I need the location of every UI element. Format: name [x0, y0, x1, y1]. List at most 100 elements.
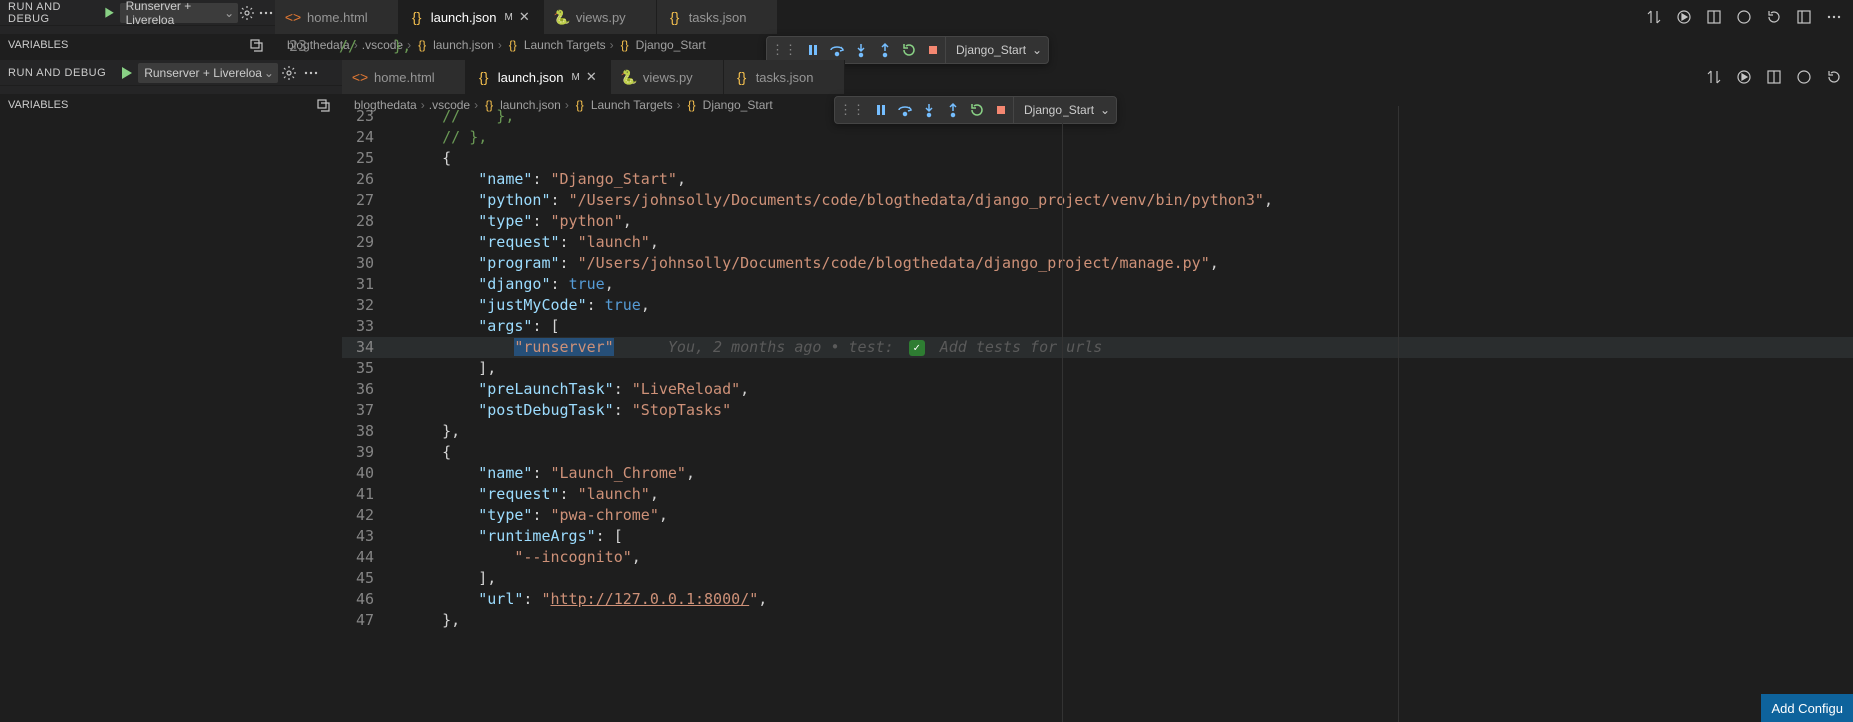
line-number: 42 — [342, 505, 392, 526]
json-file-icon: {} — [734, 69, 750, 85]
debug-run-icon[interactable] — [1793, 66, 1815, 88]
code-line: 25 { — [342, 148, 1853, 169]
debug-run-icon[interactable] — [1733, 6, 1755, 28]
debug-rerun-icon[interactable] — [1763, 6, 1785, 28]
code-content[interactable]: "args": [ — [406, 316, 1853, 337]
code-content[interactable]: "runtimeArgs": [ — [406, 526, 1853, 547]
code-content[interactable]: { — [406, 148, 1853, 169]
close-icon[interactable]: ✕ — [519, 9, 533, 25]
compare-changes-icon[interactable] — [1703, 66, 1725, 88]
json-file-icon: {} — [667, 9, 683, 25]
editor-tab[interactable]: {}tasks.json✕ — [657, 0, 778, 34]
code-content[interactable]: "django": true, — [406, 274, 1853, 295]
run-icon[interactable] — [1673, 6, 1695, 28]
code-content[interactable]: }, — [406, 610, 1853, 631]
code-editor[interactable]: 23 // },24 // },25 {26 "name": "Django_S… — [342, 106, 1853, 722]
modified-indicator: M — [504, 12, 512, 23]
code-line: 42 "type": "pwa-chrome", — [342, 505, 1853, 526]
collapse-all-icon[interactable] — [245, 34, 267, 56]
code-content[interactable]: "--incognito", — [406, 547, 1853, 568]
code-content[interactable]: "postDebugTask": "StopTasks" — [406, 400, 1853, 421]
split-icon[interactable] — [1763, 66, 1785, 88]
code-content[interactable]: "preLaunchTask": "LiveReload", — [406, 379, 1853, 400]
start-debugging-button[interactable] — [118, 65, 134, 81]
code-content[interactable]: "python": "/Users/johnsolly/Documents/co… — [406, 190, 1853, 211]
run-and-debug-label: RUN AND DEBUG — [0, 67, 114, 79]
line-number: 26 — [342, 169, 392, 190]
code-line: 44 "--incognito", — [342, 547, 1853, 568]
gear-icon[interactable] — [238, 2, 256, 24]
html-file-icon: <> — [285, 9, 301, 25]
code-content[interactable]: "runserver" You, 2 months ago • test: ✓ … — [406, 337, 1853, 358]
code-line: 39 { — [342, 442, 1853, 463]
code-line: 28 "type": "python", — [342, 211, 1853, 232]
start-debugging-button[interactable] — [102, 5, 115, 21]
debug-config-select[interactable]: Runserver + Livereloa ⌄ — [120, 3, 239, 23]
code-content[interactable]: { — [406, 442, 1853, 463]
editor-tab[interactable]: 🐍views.py✕ — [544, 0, 657, 34]
tab-label: tasks.json — [756, 70, 814, 85]
close-icon[interactable]: ✕ — [586, 69, 600, 85]
code-line: 23 // }, — [342, 106, 1853, 127]
line-number: 38 — [342, 421, 392, 442]
line-number: 25 — [342, 148, 392, 169]
code-content[interactable]: ], — [406, 568, 1853, 589]
code-line: 35 ], — [342, 358, 1853, 379]
gear-icon[interactable] — [278, 62, 300, 84]
editor-tab[interactable]: {}tasks.json✕ — [724, 60, 845, 94]
more-actions-icon[interactable] — [1823, 6, 1845, 28]
editor-tab[interactable]: <>home.html✕ — [342, 60, 466, 94]
line-number: 37 — [342, 400, 392, 421]
code-content[interactable]: "program": "/Users/johnsolly/Documents/c… — [406, 253, 1853, 274]
code-content[interactable]: "type": "python", — [406, 211, 1853, 232]
variables-section-label: VARIABLES — [8, 39, 68, 51]
tab-label: launch.json — [431, 10, 497, 25]
tab-label: views.py — [576, 10, 626, 25]
line-number: 30 — [342, 253, 392, 274]
split-icon[interactable] — [1703, 6, 1725, 28]
editor-tab[interactable]: 🐍views.py✕ — [611, 60, 724, 94]
line-number: 46 — [342, 589, 392, 610]
add-configuration-button[interactable]: Add Configu — [1761, 694, 1853, 722]
debug-config-select[interactable]: Runserver + Livereloa ⌄ — [138, 63, 278, 83]
tab-label: tasks.json — [689, 10, 747, 25]
code-line: 38 }, — [342, 421, 1853, 442]
editor-tab[interactable]: {}launch.jsonM✕ — [466, 60, 611, 94]
code-content[interactable]: "justMyCode": true, — [406, 295, 1853, 316]
editor-tab[interactable]: {}launch.jsonM✕ — [399, 0, 544, 34]
code-line: 33 "args": [ — [342, 316, 1853, 337]
chevron-down-icon: ⌄ — [264, 66, 274, 80]
code-content[interactable]: "request": "launch", — [406, 232, 1853, 253]
code-line: 32 "justMyCode": true, — [342, 295, 1853, 316]
editor-tabs: <>home.html✕{}launch.jsonM✕🐍views.py✕{}t… — [275, 0, 778, 34]
line-number: 36 — [342, 379, 392, 400]
code-content[interactable]: // }, — [406, 127, 1853, 148]
more-icon[interactable] — [257, 2, 275, 24]
code-content[interactable]: }, — [406, 421, 1853, 442]
more-icon[interactable] — [300, 62, 322, 84]
run-icon[interactable] — [1733, 66, 1755, 88]
line-number: 47 — [342, 610, 392, 631]
code-content[interactable]: "name": "Launch_Chrome", — [406, 463, 1853, 484]
html-file-icon: <> — [352, 69, 368, 85]
line-number: 34 — [342, 337, 392, 358]
line-number: 45 — [342, 568, 392, 589]
code-content[interactable]: "url": "http://127.0.0.1:8000/", — [406, 589, 1853, 610]
compare-changes-icon[interactable] — [1643, 6, 1665, 28]
code-text: // }, — [339, 37, 411, 55]
line-number: 41 — [342, 484, 392, 505]
run-and-debug-label: RUN AND DEBUG — [0, 1, 98, 25]
code-content[interactable]: ], — [406, 358, 1853, 379]
collapse-all-icon[interactable] — [312, 94, 334, 116]
code-line: 43 "runtimeArgs": [ — [342, 526, 1853, 547]
debug-rerun-icon[interactable] — [1823, 66, 1845, 88]
code-content[interactable]: "name": "Django_Start", — [406, 169, 1853, 190]
code-content[interactable]: // }, — [406, 106, 1853, 127]
layout-icon[interactable] — [1793, 6, 1815, 28]
code-line: 47 }, — [342, 610, 1853, 631]
line-number: 23 — [275, 36, 325, 57]
editor-tab[interactable]: <>home.html✕ — [275, 0, 399, 34]
code-line: 37 "postDebugTask": "StopTasks" — [342, 400, 1853, 421]
code-content[interactable]: "request": "launch", — [406, 484, 1853, 505]
code-content[interactable]: "type": "pwa-chrome", — [406, 505, 1853, 526]
